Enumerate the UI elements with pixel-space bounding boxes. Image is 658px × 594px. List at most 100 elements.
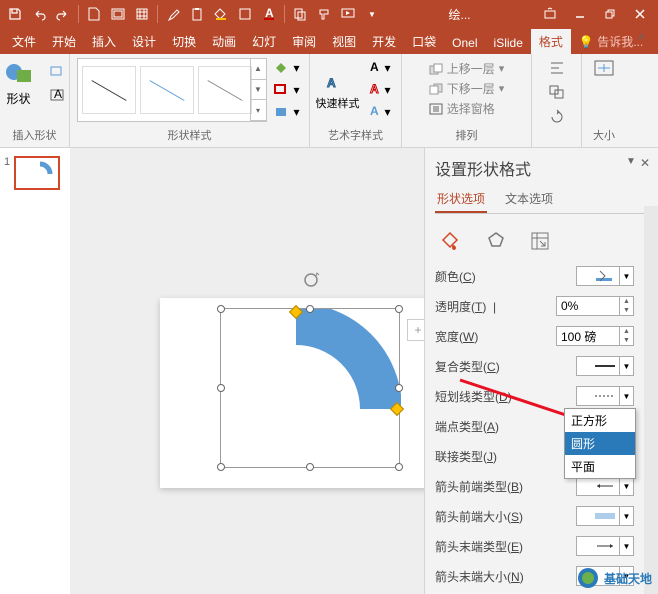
rotate-handle[interactable] <box>302 271 320 292</box>
thumbnail-1[interactable]: 1 <box>4 156 66 190</box>
watermark: 基础天地 <box>576 566 652 590</box>
shape-effects-icon[interactable]: ▾ <box>271 102 303 122</box>
svg-text:A: A <box>370 83 379 96</box>
tab-developer[interactable]: 开发 <box>364 29 404 54</box>
gallery-up-icon[interactable]: ▲ <box>251 59 266 80</box>
redo-icon[interactable] <box>52 3 74 25</box>
shape-outline-icon[interactable]: ▾ <box>271 80 303 100</box>
font-color-icon[interactable]: A <box>258 3 280 25</box>
resize-handle[interactable] <box>217 463 225 471</box>
arrow-begin-type-label: 箭头前端类型(B) <box>435 478 523 495</box>
save-icon[interactable] <box>4 3 26 25</box>
tab-format[interactable]: 格式 <box>531 29 571 54</box>
fill-line-icon[interactable] <box>439 228 465 254</box>
selection-pane-button[interactable]: 选择窗格 <box>429 100 505 117</box>
align-icon[interactable] <box>541 58 573 78</box>
tab-islide[interactable]: iSlide <box>486 32 531 54</box>
cap-option-round[interactable]: 圆形 <box>565 432 635 455</box>
restore-icon[interactable] <box>596 3 624 25</box>
panel-options-icon[interactable]: ▼ <box>626 156 636 170</box>
transparency-label: 透明度(T) | <box>435 298 496 315</box>
table-icon[interactable] <box>131 3 153 25</box>
gallery-more-icon[interactable]: ▾ <box>251 100 266 121</box>
dash-dropdown[interactable]: ▼ <box>576 386 634 406</box>
cap-option-flat[interactable]: 平面 <box>565 455 635 478</box>
tab-animations[interactable]: 动画 <box>204 29 244 54</box>
paste-icon[interactable] <box>186 3 208 25</box>
group-label: 大小 <box>593 125 615 143</box>
tab-onekey[interactable]: Onel <box>444 32 485 54</box>
shape-style-gallery[interactable]: ▲▼▾ <box>77 58 267 122</box>
tab-review[interactable]: 审阅 <box>284 29 324 54</box>
ribbon-options-icon[interactable] <box>536 3 564 25</box>
new-slide-icon[interactable] <box>107 3 129 25</box>
arrow-end-type-dropdown[interactable]: ▼ <box>576 536 634 556</box>
resize-handle[interactable] <box>306 305 314 313</box>
color-dropdown[interactable]: ▼ <box>576 266 634 286</box>
svg-text:A: A <box>370 105 379 118</box>
title-bar: A ▼ 绘... <box>0 0 658 28</box>
size-button[interactable] <box>592 58 616 85</box>
transparency-input[interactable]: 0%▲▼ <box>556 296 634 316</box>
compound-label: 复合类型(C) <box>435 358 500 375</box>
group-icon[interactable] <box>541 82 573 102</box>
color-label: 颜色(C) <box>435 268 476 285</box>
compound-dropdown[interactable]: ▼ <box>576 356 634 376</box>
width-label: 宽度(W) <box>435 328 478 345</box>
collapse-ribbon-icon[interactable]: ˄ <box>638 30 654 46</box>
eyedropper-icon[interactable] <box>162 3 184 25</box>
arrow-begin-type-dropdown[interactable]: ▼ <box>576 476 634 496</box>
tab-insert[interactable]: 插入 <box>84 29 124 54</box>
text-fill-icon[interactable]: A▾ <box>364 58 396 78</box>
panel-scrollbar[interactable] <box>644 206 658 594</box>
tab-slideshow[interactable]: 幻灯 <box>244 29 284 54</box>
resize-handle[interactable] <box>395 384 403 392</box>
fill-icon[interactable] <box>210 3 232 25</box>
text-effects-icon[interactable]: A▾ <box>364 102 396 122</box>
format-painter-icon[interactable] <box>313 3 335 25</box>
shape-options-tab[interactable]: 形状选项 <box>435 186 487 213</box>
effects-icon[interactable] <box>483 228 509 254</box>
text-outline-icon[interactable]: A▾ <box>364 80 396 100</box>
new-icon[interactable] <box>83 3 105 25</box>
ribbon: 形状 A 插入形状 ▲▼▾ ▾ ▾ ▾ 形状样式 <box>0 54 658 148</box>
resize-handle[interactable] <box>306 463 314 471</box>
shape-icon[interactable] <box>234 3 256 25</box>
tab-file[interactable]: 文件 <box>4 29 44 54</box>
resize-handle[interactable] <box>217 305 225 313</box>
close-icon[interactable] <box>626 3 654 25</box>
arrow-end-size-label: 箭头末端大小(N) <box>435 568 524 585</box>
tab-transitions[interactable]: 切换 <box>164 29 204 54</box>
cap-option-square[interactable]: 正方形 <box>565 409 635 432</box>
slide-canvas[interactable]: + <box>70 148 424 594</box>
wordart-button[interactable]: A 快速样式 <box>316 65 360 115</box>
insert-shape-button[interactable]: 形状 <box>0 58 41 108</box>
rotate-icon[interactable] <box>541 106 573 126</box>
tab-home[interactable]: 开始 <box>44 29 84 54</box>
tab-pocket[interactable]: 口袋 <box>404 29 444 54</box>
selection-box[interactable]: + <box>220 308 400 468</box>
group-label: 形状样式 <box>168 125 212 143</box>
size-props-icon[interactable] <box>527 228 553 254</box>
arrow-begin-size-dropdown[interactable]: ▼ <box>576 506 634 526</box>
minimize-icon[interactable] <box>566 3 594 25</box>
text-box-icon[interactable]: A <box>41 85 73 105</box>
panel-close-icon[interactable]: ✕ <box>640 156 650 170</box>
qat-more-icon[interactable]: ▼ <box>361 3 383 25</box>
resize-handle[interactable] <box>395 463 403 471</box>
slideshow-icon[interactable] <box>337 3 359 25</box>
resize-handle[interactable] <box>217 384 225 392</box>
undo-icon[interactable] <box>28 3 50 25</box>
edit-shape-icon[interactable] <box>41 61 73 81</box>
text-options-tab[interactable]: 文本选项 <box>503 186 555 213</box>
tab-view[interactable]: 视图 <box>324 29 364 54</box>
resize-handle[interactable] <box>395 305 403 313</box>
width-input[interactable]: 100 磅▲▼ <box>556 326 634 346</box>
gallery-down-icon[interactable]: ▼ <box>251 80 266 101</box>
bring-forward-button[interactable]: 上移一层 ▾ <box>429 60 505 77</box>
tab-design[interactable]: 设计 <box>124 29 164 54</box>
quick-access-toolbar: A ▼ <box>4 3 383 25</box>
send-backward-button[interactable]: 下移一层 ▾ <box>429 80 505 97</box>
shape-fill-icon[interactable]: ▾ <box>271 58 303 78</box>
copy-icon[interactable] <box>289 3 311 25</box>
